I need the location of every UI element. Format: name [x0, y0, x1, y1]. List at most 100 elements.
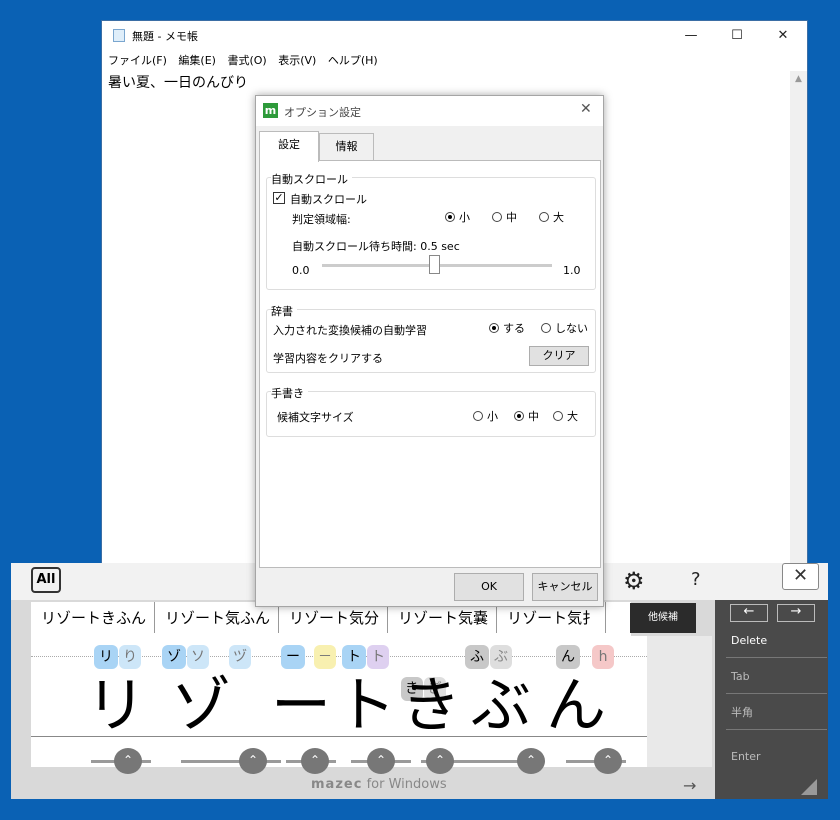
dictionary-header: 辞書 — [271, 303, 297, 319]
segment-handle-icon[interactable]: ⌃ — [426, 748, 454, 774]
size-option-large[interactable]: 大 — [553, 408, 578, 424]
char-chip[interactable]: ソ — [187, 645, 209, 669]
radio-icon — [553, 411, 563, 421]
more-candidates-button[interactable]: 他候補 — [630, 603, 696, 633]
menu-view[interactable]: 表示(V) — [278, 54, 316, 67]
char-chip[interactable]: ー — [281, 645, 305, 669]
char-chip[interactable]: ヅ — [229, 645, 251, 669]
char-chip[interactable]: ん — [556, 645, 580, 669]
cancel-button[interactable]: キャンセル — [532, 573, 598, 601]
options-dialog: m オプション設定 ✕ 設定 情報 自動スクロール ✓ 自動スクロール 判定領域… — [255, 95, 604, 607]
width-option-small-label: 小 — [459, 211, 470, 224]
char-chip[interactable]: ぶ — [490, 645, 512, 669]
segment-handle-icon[interactable]: ⌃ — [301, 748, 329, 774]
radio-selected-icon — [489, 323, 499, 333]
tab-key[interactable]: Tab — [726, 660, 827, 694]
handwritten-char: き — [401, 671, 461, 741]
panel-close-button[interactable]: ✕ — [782, 563, 819, 590]
auto-scroll-header: 自動スクロール — [271, 171, 352, 187]
dialog-close-button[interactable]: ✕ — [580, 101, 592, 117]
slider-max-label: 1.0 — [563, 264, 581, 277]
menu-help[interactable]: ヘルプ(H) — [328, 54, 378, 67]
auto-scroll-group: 自動スクロール ✓ 自動スクロール 判定領域幅: 小 中 大 自動スクロール待ち… — [266, 171, 596, 290]
panel-arrow-icon[interactable]: → — [683, 776, 696, 795]
width-label: 判定領域幅: — [292, 213, 351, 226]
slider-min-label: 0.0 — [292, 264, 310, 277]
tab-info[interactable]: 情報 — [319, 133, 374, 160]
wait-time-slider-thumb[interactable] — [429, 255, 440, 274]
char-chip[interactable]: ト — [342, 645, 366, 669]
segment-handle-icon[interactable]: ⌃ — [239, 748, 267, 774]
char-chip[interactable]: ふ — [465, 645, 489, 669]
all-button[interactable]: All — [31, 567, 61, 593]
notepad-titlebar[interactable]: 無題 - メモ帳 — ☐ ✕ — [102, 21, 807, 51]
delete-key[interactable]: Delete — [726, 624, 827, 658]
width-option-medium[interactable]: 中 — [492, 209, 517, 225]
width-option-medium-label: 中 — [506, 211, 517, 224]
dialog-titlebar[interactable]: m オプション設定 ✕ — [256, 96, 603, 126]
auto-learn-on[interactable]: する — [489, 320, 525, 336]
dialog-title: オプション設定 — [284, 106, 361, 119]
brand-logo: mazec — [311, 777, 363, 792]
right-arrow-key[interactable]: → — [777, 604, 815, 622]
ok-button[interactable]: OK — [454, 573, 524, 601]
brand-suffix: for Windows — [366, 777, 447, 792]
char-chip[interactable]: － — [314, 645, 336, 669]
menu-format[interactable]: 書式(O) — [227, 54, 266, 67]
tab-settings[interactable]: 設定 — [259, 131, 319, 162]
auto-learn-on-label: する — [503, 322, 525, 335]
char-chip[interactable]: ゾ — [162, 645, 186, 669]
width-option-small[interactable]: 小 — [445, 209, 470, 225]
segment-handle-icon[interactable]: ⌃ — [367, 748, 395, 774]
radio-icon — [539, 212, 549, 222]
clear-button[interactable]: クリア — [529, 346, 589, 366]
width-option-large-label: 大 — [553, 211, 564, 224]
dictionary-group: 辞書 入力された変換候補の自動学習 する しない 学習内容をクリアする クリア — [266, 303, 596, 373]
radio-icon — [541, 323, 551, 333]
side-column — [647, 636, 712, 767]
close-button[interactable]: ✕ — [760, 21, 806, 51]
enter-key-label: Enter — [731, 750, 761, 763]
left-arrow-key[interactable]: ← — [730, 604, 768, 622]
char-chip[interactable]: ト — [367, 645, 389, 669]
hankaku-key[interactable]: 半角 — [726, 696, 827, 730]
vertical-scrollbar[interactable]: ▲ — [790, 71, 807, 579]
auto-scroll-checkbox-label: 自動スクロール — [290, 193, 367, 206]
notepad-icon — [113, 29, 125, 42]
size-option-small[interactable]: 小 — [473, 408, 498, 424]
segment-handle-icon[interactable]: ⌃ — [517, 748, 545, 774]
candidate-item[interactable]: リゾートきふん — [31, 602, 156, 633]
auto-scroll-checkbox[interactable]: ✓ — [273, 192, 285, 204]
hankaku-key-label: 半角 — [731, 706, 753, 719]
notepad-text[interactable]: 暑い夏、一日のんびり — [108, 72, 248, 92]
menu-edit[interactable]: 編集(E) — [178, 54, 216, 67]
menu-file[interactable]: ファイル(F) — [108, 54, 167, 67]
segment-handle-icon[interactable]: ⌃ — [114, 748, 142, 774]
scroll-up-icon[interactable]: ▲ — [790, 71, 807, 88]
width-option-large[interactable]: 大 — [539, 209, 564, 225]
brand-label: mazec for Windows — [311, 777, 447, 792]
size-option-large-label: 大 — [567, 410, 578, 423]
minimize-button[interactable]: — — [668, 21, 714, 51]
handwritten-char: ぶ — [471, 671, 531, 741]
resize-grip-icon[interactable] — [801, 779, 817, 795]
handwriting-group: 手書き 候補文字サイズ 小 中 大 — [266, 385, 596, 437]
handwriting-header: 手書き — [271, 385, 308, 401]
size-option-medium-label: 中 — [528, 410, 539, 423]
auto-learn-off[interactable]: しない — [541, 320, 588, 336]
maximize-button[interactable]: ☐ — [714, 21, 760, 51]
function-keys: ← → Delete Tab 半角 Enter — [715, 600, 828, 799]
enter-key[interactable]: Enter — [726, 732, 827, 772]
handwritten-char: ん — [546, 671, 606, 741]
segment-handle-icon[interactable]: ⌃ — [594, 748, 622, 774]
radio-selected-icon — [445, 212, 455, 222]
help-icon[interactable]: ? — [691, 569, 701, 590]
char-chip[interactable]: リ — [94, 645, 118, 669]
settings-panel: 自動スクロール ✓ 自動スクロール 判定領域幅: 小 中 大 自動スクロール待ち… — [259, 160, 601, 568]
gear-icon[interactable]: ⚙ — [623, 567, 645, 595]
char-chip[interactable]: り — [119, 645, 141, 669]
char-chip[interactable]: h — [592, 645, 614, 669]
size-option-medium[interactable]: 中 — [514, 408, 539, 424]
handwritten-char: ト — [336, 671, 396, 741]
notepad-title: 無題 - メモ帳 — [132, 30, 198, 43]
